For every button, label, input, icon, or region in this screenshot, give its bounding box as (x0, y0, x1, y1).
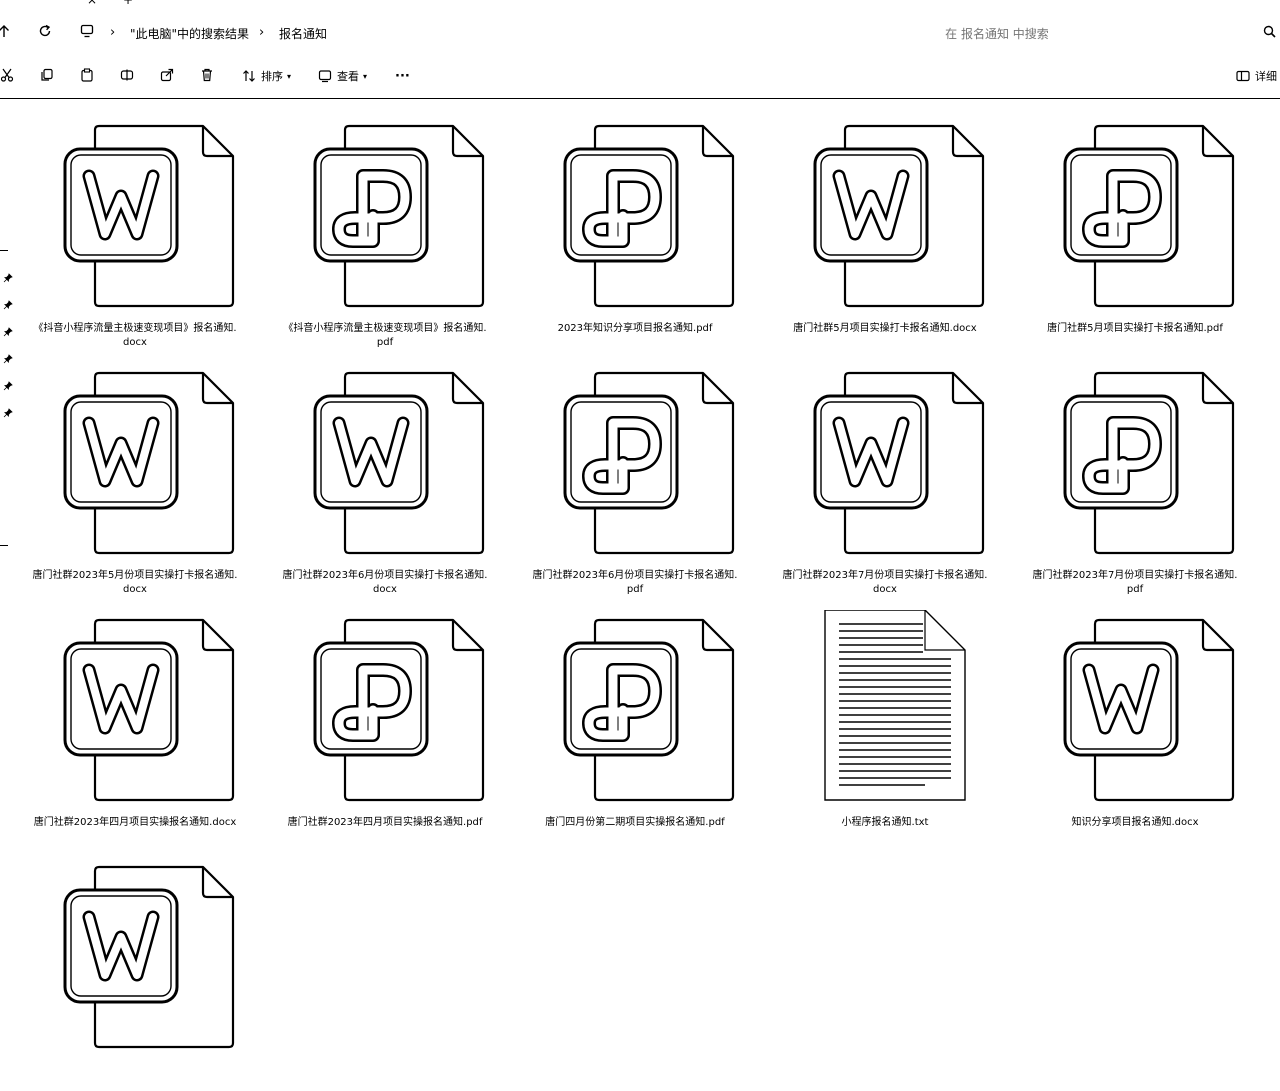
file-name: 知识分享项目报名通知.docx (1071, 817, 1199, 828)
file-name: 唐门社群2023年5月份项目实操打卡报名通知. docx (32, 570, 238, 595)
sort-icon (243, 70, 255, 82)
search-icon[interactable] (1262, 24, 1278, 40)
word-file-icon (55, 363, 235, 559)
monitor-icon (80, 24, 94, 38)
pdf-file-icon (305, 610, 485, 806)
text-file-icon (805, 609, 985, 806)
copy-icon[interactable] (40, 68, 54, 82)
up-arrow-icon (0, 25, 9, 37)
pdf-file-icon (305, 116, 485, 312)
file-tile[interactable]: 唐门社群2023年7月份项目实操打卡报名通知. docx (760, 357, 1010, 597)
file-name: 唐门社群2023年7月份项目实操打卡报名通知. docx (782, 570, 988, 595)
rename-icon[interactable] (120, 68, 134, 82)
chevron-right-icon: › (110, 25, 116, 40)
pdf-file-icon (555, 363, 735, 559)
command-toolbar: 排序 ▾ 查看 ▾ ··· 详细 (0, 60, 1280, 92)
cut-icon[interactable] (0, 68, 14, 82)
file-tile[interactable]: 唐门社群2023年6月份项目实操打卡报名通知. pdf (510, 357, 760, 597)
file-tile[interactable]: 2023年知识分享项目报名通知.pdf (510, 110, 760, 350)
file-name: 《抖音小程序流量主极速变现项目》报名通知. docx (33, 323, 237, 348)
file-tile[interactable]: 小程序报名通知.txt (760, 604, 1010, 844)
refresh-icon (39, 24, 51, 37)
file-tile[interactable]: 唐门社群2023年6月份项目实操打卡报名通知. docx (260, 357, 510, 597)
file-name: 小程序报名通知.txt (841, 817, 929, 828)
file-name: 唐门社群2023年四月项目实操报名通知.docx (33, 817, 237, 828)
pdf-file-icon (555, 116, 735, 312)
tab-strip: × + (0, 0, 1280, 10)
details-pane-icon (1236, 70, 1250, 82)
file-name: 唐门社群2023年7月份项目实操打卡报名通知. pdf (1032, 570, 1238, 595)
details-label: 详细 (1255, 70, 1277, 83)
toolbar-divider (0, 98, 1280, 99)
view-icon (318, 70, 332, 83)
sort-label: 排序 (261, 70, 283, 83)
file-name: 唐门社群2023年四月项目实操报名通知.pdf (287, 817, 483, 828)
file-tile[interactable]: 唐门社群2023年四月项目实操报名通知.pdf (260, 604, 510, 844)
word-file-icon (805, 363, 985, 559)
file-tile[interactable] (10, 851, 260, 1091)
file-name: 唐门社群5月项目实操打卡报名通知.pdf (1047, 323, 1223, 334)
chevron-right-icon: › (259, 25, 265, 40)
new-tab-button[interactable]: + (123, 0, 133, 7)
file-tile[interactable]: 《抖音小程序流量主极速变现项目》报名通知. pdf (260, 110, 510, 350)
word-file-icon (55, 857, 235, 1053)
share-icon[interactable] (160, 68, 174, 82)
view-label: 查看 (337, 70, 359, 83)
pdf-file-icon (555, 610, 735, 806)
pdf-file-icon (1055, 363, 1235, 559)
file-name: 唐门社群2023年6月份项目实操打卡报名通知. pdf (532, 570, 738, 595)
up-button[interactable] (0, 24, 10, 43)
breadcrumb-search-results[interactable]: "此电脑"中的搜索结果 (130, 26, 249, 42)
view-button[interactable]: 查看 ▾ (318, 68, 367, 84)
sort-button[interactable]: 排序 ▾ (242, 68, 291, 84)
this-pc-button[interactable] (80, 24, 94, 43)
chevron-down-icon: ▾ (363, 71, 368, 81)
file-tile[interactable]: 唐门四月份第二期项目实操报名通知.pdf (510, 604, 760, 844)
file-tile[interactable]: 知识分享项目报名通知.docx (1010, 604, 1260, 844)
pdf-file-icon (1055, 116, 1235, 312)
file-name: 《抖音小程序流量主极速变现项目》报名通知. pdf (283, 323, 487, 348)
address-bar: › "此电脑"中的搜索结果 › 报名通知 (0, 18, 1280, 48)
word-file-icon (805, 116, 985, 312)
file-name: 2023年知识分享项目报名通知.pdf (557, 323, 713, 334)
details-pane-button[interactable]: 详细 (1236, 68, 1277, 84)
file-tile[interactable]: 唐门社群2023年7月份项目实操打卡报名通知. pdf (1010, 357, 1260, 597)
file-tile[interactable]: 唐门社群2023年四月项目实操报名通知.docx (10, 604, 260, 844)
file-tile[interactable]: 唐门社群5月项目实操打卡报名通知.pdf (1010, 110, 1260, 350)
more-options-button[interactable]: ··· (395, 68, 410, 84)
file-name: 唐门社群2023年6月份项目实操打卡报名通知. docx (282, 570, 488, 595)
word-file-icon (1055, 610, 1235, 806)
word-file-icon (55, 610, 235, 806)
refresh-button[interactable] (38, 24, 52, 43)
breadcrumb-current-folder[interactable]: 报名通知 (279, 26, 327, 42)
file-tile[interactable]: 唐门社群5月项目实操打卡报名通知.docx (760, 110, 1010, 350)
search-input[interactable] (890, 24, 1104, 44)
file-tile[interactable]: 唐门社群2023年5月份项目实操打卡报名通知. docx (10, 357, 260, 597)
file-grid: 《抖音小程序流量主极速变现项目》报名通知. docx 《抖音小程序流量主极速变现… (0, 110, 1280, 1049)
close-tab-button[interactable]: × (87, 0, 97, 7)
file-name: 唐门四月份第二期项目实操报名通知.pdf (545, 817, 725, 828)
file-name: 唐门社群5月项目实操打卡报名通知.docx (793, 323, 977, 334)
word-file-icon (305, 363, 485, 559)
paste-icon[interactable] (80, 68, 94, 82)
delete-icon[interactable] (200, 68, 214, 82)
chevron-down-icon: ▾ (287, 71, 292, 81)
word-file-icon (55, 116, 235, 312)
file-tile[interactable]: 《抖音小程序流量主极速变现项目》报名通知. docx (10, 110, 260, 350)
